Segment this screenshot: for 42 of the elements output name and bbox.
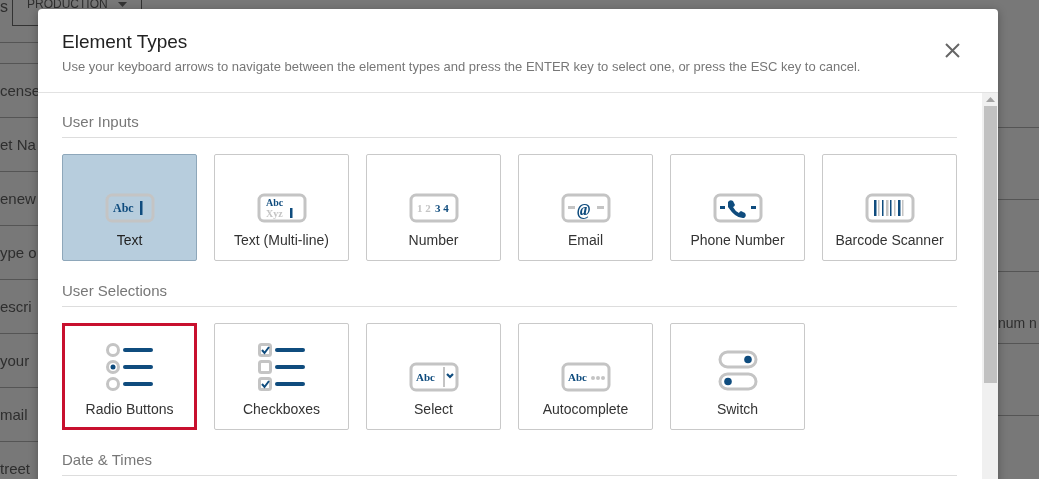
section-heading: User Inputs	[62, 112, 957, 138]
scrollbar[interactable]	[982, 93, 998, 479]
barcode-icon	[864, 193, 915, 223]
scroll-up-icon	[985, 97, 995, 102]
field-label: enew	[0, 190, 36, 207]
number-field-icon: 1 2 3 4	[408, 193, 459, 223]
element-type-card[interactable]: Barcode Scanner	[822, 154, 957, 261]
element-type-card[interactable]: Abc Xyz Text (Multi-line)	[214, 154, 349, 261]
section-heading: User Selections	[62, 281, 957, 307]
field-label: treet	[0, 460, 30, 477]
field-label: mail	[0, 406, 28, 423]
scrollbar-thumb[interactable]	[983, 106, 997, 383]
dialog-instructions: Use your keyboard arrows to navigate between the element types and press the ENTER key to select one, or press the ESC key to cancel.	[62, 59, 861, 74]
close-icon	[945, 43, 960, 58]
caret-icon	[117, 2, 127, 7]
field-label: ype o	[0, 244, 37, 261]
element-type-card[interactable]: Radio Buttons	[62, 323, 197, 430]
element-type-card[interactable]: Phone Number	[670, 154, 805, 261]
element-type-card[interactable]: 1 2 3 4 Number	[366, 154, 501, 261]
dropdown-icon: Abc	[408, 362, 459, 392]
element-type-card[interactable]: Switch	[670, 323, 805, 430]
phone-field-icon	[712, 193, 763, 223]
toggle-switch-icon	[717, 350, 758, 392]
close-button[interactable]	[945, 43, 960, 58]
element-type-card[interactable]: Checkboxes	[214, 323, 349, 430]
radio-list-icon	[104, 342, 155, 392]
element-type-card[interactable]: Abc Select	[366, 323, 501, 430]
section-heading: Date & Times	[62, 450, 957, 476]
text-field-icon: Abc	[104, 193, 155, 223]
field-label: your	[0, 352, 30, 369]
email-field-icon: @	[560, 193, 611, 223]
field-hint: num n	[998, 315, 1037, 331]
field-label: et Na	[0, 136, 36, 153]
dialog-title: Element Types	[62, 31, 189, 53]
autocomplete-icon: Abc	[560, 362, 611, 392]
text-area-icon: Abc Xyz	[256, 193, 307, 223]
field-label: escri	[0, 298, 32, 315]
element-type-card[interactable]: Abc Autocomplete	[518, 323, 653, 430]
element-type-card[interactable]: Abc Text	[62, 154, 197, 261]
element-type-card[interactable]: @ Email	[518, 154, 653, 261]
checkbox-list-icon	[256, 342, 307, 392]
field-label: cense	[0, 82, 41, 99]
